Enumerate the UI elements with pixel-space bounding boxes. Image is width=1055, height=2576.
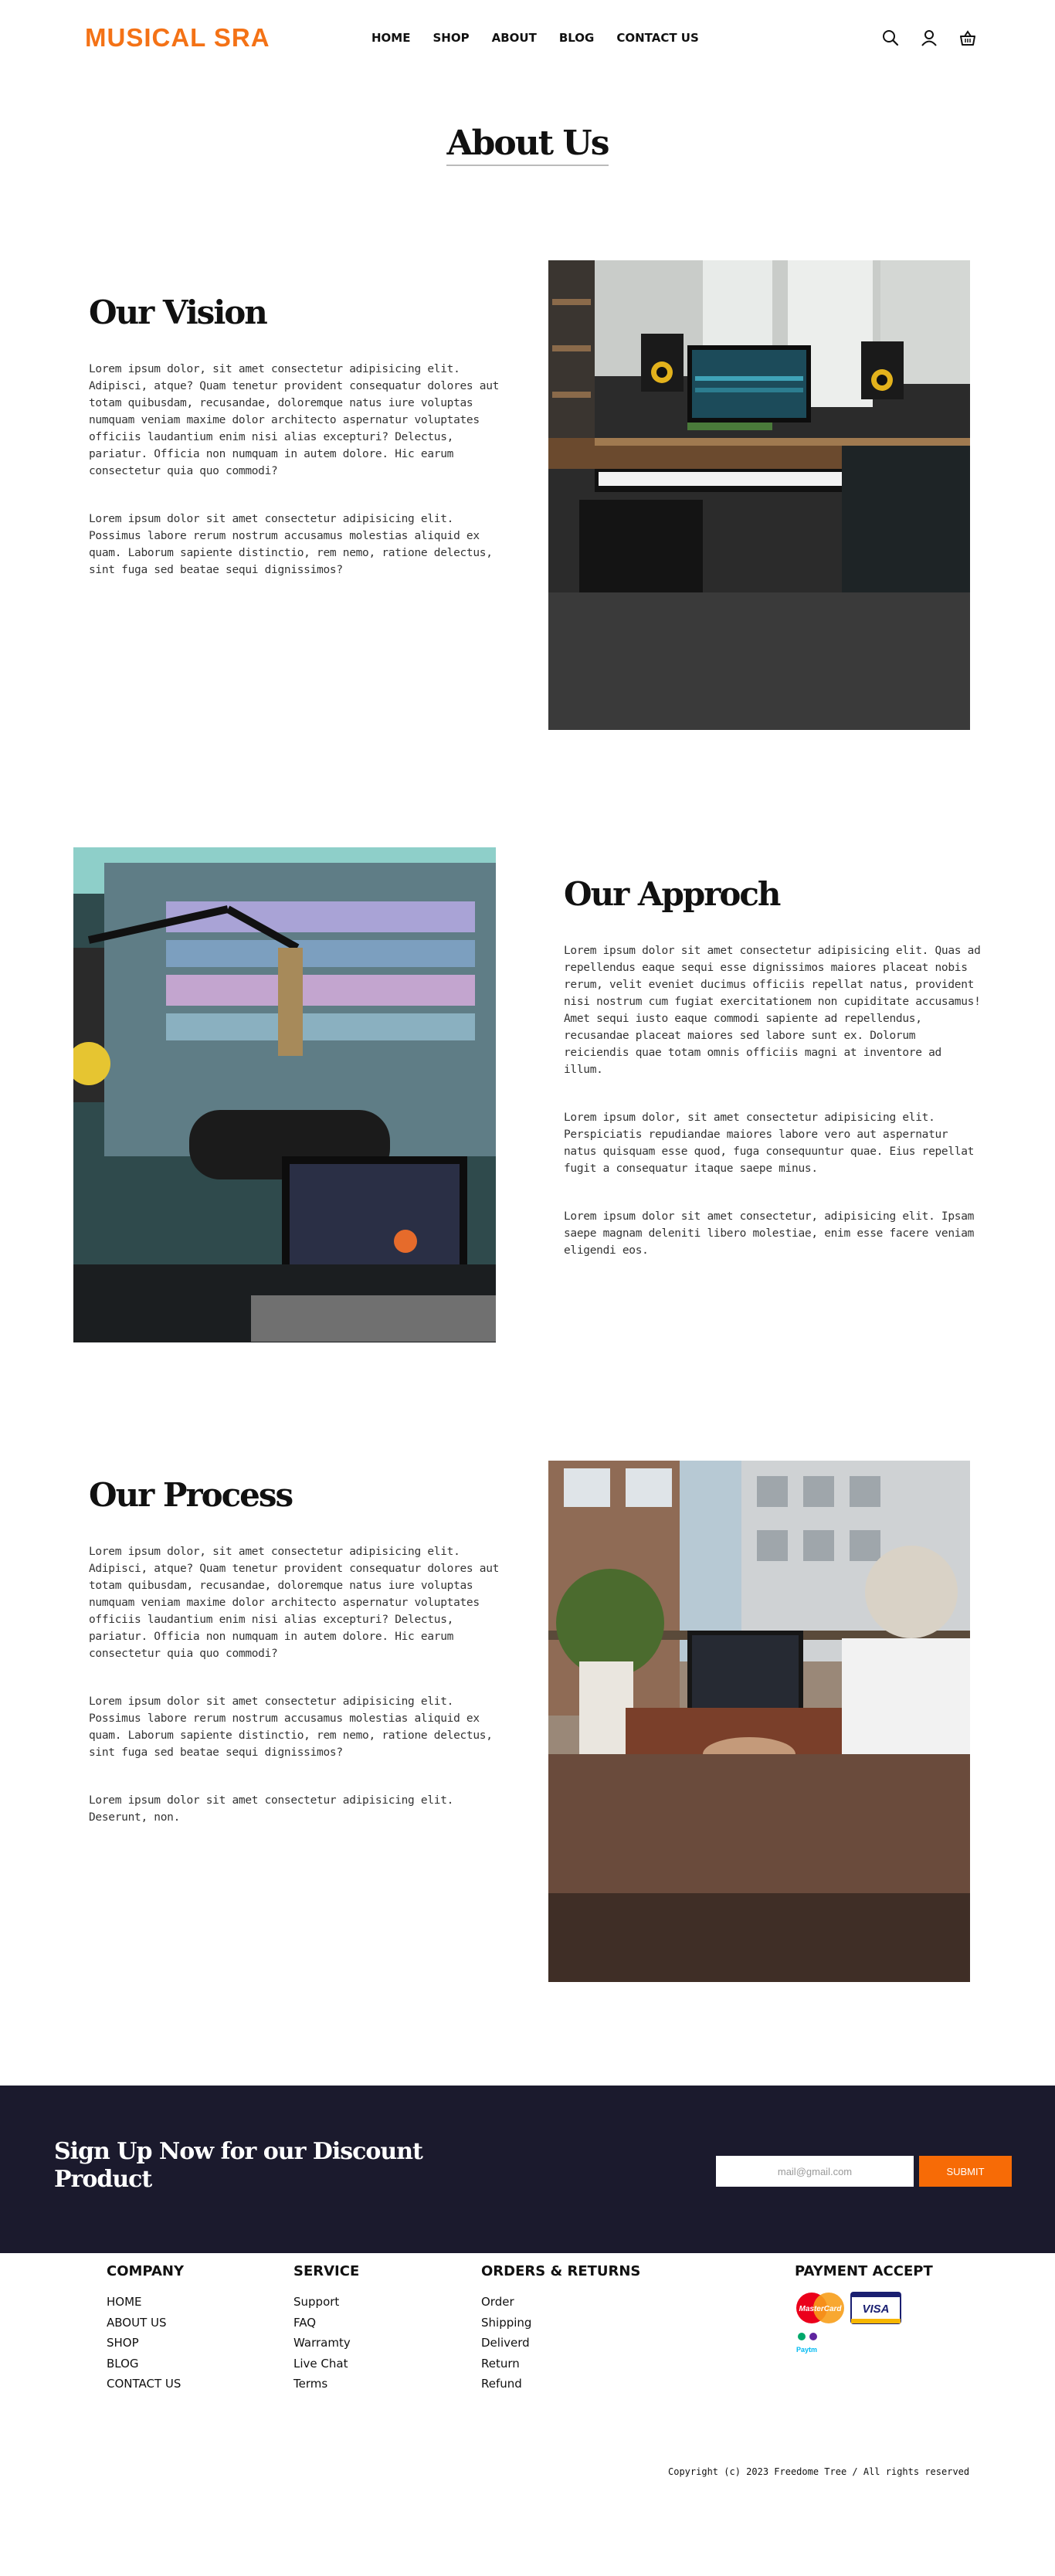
footer-link-about-us[interactable]: ABOUT US — [107, 2313, 184, 2333]
process-paragraph: Lorem ipsum dolor sit amet consectetur a… — [89, 1695, 493, 1759]
footer-link-return[interactable]: Return — [481, 2354, 640, 2374]
mastercard-icon: MasterCard — [795, 2292, 846, 2327]
svg-text:Paytm: Paytm — [796, 2346, 817, 2354]
footer-service-title: SERVICE — [293, 2263, 360, 2279]
email-input[interactable] — [716, 2156, 914, 2187]
vision-title: Our Vision — [89, 294, 268, 331]
producer-at-laptop-image — [548, 1461, 970, 1982]
footer-link-refund[interactable]: Refund — [481, 2374, 640, 2394]
nav-shop[interactable]: SHOP — [433, 31, 469, 45]
newsletter-signup: Sign Up Now for our Discount Product SUB… — [0, 2086, 1055, 2253]
process-title: Our Process — [89, 1476, 293, 1514]
site-logo[interactable]: MUSICAL SRA — [85, 23, 270, 53]
footer-link-support[interactable]: Support — [293, 2292, 359, 2313]
microphone-image — [73, 847, 496, 1342]
footer-orders: ORDERS & RETURNS Order Shipping Deliverd… — [481, 2263, 640, 2394]
page-title-wrap: About Us — [0, 124, 1055, 166]
main-nav: HOME SHOP ABOUT BLOG CONTACT US — [371, 31, 721, 45]
svg-text:MasterCard: MasterCard — [799, 2305, 842, 2313]
footer-link-home[interactable]: HOME — [107, 2292, 184, 2313]
footer-link-live-chat[interactable]: Live Chat — [293, 2354, 359, 2374]
paytm-icon: Paytm — [795, 2330, 933, 2358]
footer-link-contact-us[interactable]: CONTACT US — [107, 2374, 184, 2394]
nav-blog[interactable]: BLOG — [559, 31, 595, 45]
approach-paragraph: Lorem ipsum dolor sit amet consectetur, … — [564, 1210, 975, 1257]
footer-payment-title: PAYMENT ACCEPT — [795, 2263, 933, 2279]
approach-paragraph: Lorem ipsum dolor sit amet consectetur a… — [564, 945, 981, 1076]
footer-service: SERVICE Support FAQ Warramty Live Chat T… — [293, 2263, 359, 2394]
copyright: Copyright (c) 2023 Freedome Tree / All r… — [668, 2466, 970, 2477]
footer-link-shop[interactable]: SHOP — [107, 2333, 184, 2354]
footer-company-title: COMPANY — [107, 2263, 184, 2279]
vision-section: Our Vision Lorem ipsum dolor, sit amet c… — [89, 294, 506, 609]
footer-company: COMPANY HOME ABOUT US SHOP BLOG CONTACT … — [107, 2263, 184, 2394]
approach-paragraph: Lorem ipsum dolor, sit amet consectetur … — [564, 1112, 975, 1175]
footer-link-blog[interactable]: BLOG — [107, 2354, 184, 2374]
submit-button[interactable]: SUBMIT — [919, 2156, 1012, 2187]
basket-icon[interactable] — [956, 26, 979, 49]
user-icon[interactable] — [918, 26, 941, 49]
process-paragraph: Lorem ipsum dolor sit amet consectetur a… — [89, 1794, 454, 1824]
footer-link-faq[interactable]: FAQ — [293, 2313, 359, 2333]
process-paragraph: Lorem ipsum dolor, sit amet consectetur … — [89, 1546, 500, 1660]
footer-link-warramty[interactable]: Warramty — [293, 2333, 359, 2354]
footer-link-shipping[interactable]: Shipping — [481, 2313, 640, 2333]
signup-heading: Sign Up Now for our Discount Product — [54, 2138, 423, 2193]
vision-paragraph: Lorem ipsum dolor, sit amet consectetur … — [89, 363, 500, 477]
nav-about[interactable]: ABOUT — [492, 31, 537, 45]
approach-section: Our Approch Lorem ipsum dolor sit amet c… — [564, 875, 981, 1290]
footer-link-terms[interactable]: Terms — [293, 2374, 359, 2394]
nav-contact-us[interactable]: CONTACT US — [616, 31, 698, 45]
footer-payment: PAYMENT ACCEPT MasterCard VISA Paytm — [795, 2263, 933, 2358]
header-icons — [879, 26, 979, 49]
footer-link-deliverd[interactable]: Deliverd — [481, 2333, 640, 2354]
payment-cards: MasterCard VISA — [795, 2292, 933, 2327]
studio-desk-image — [548, 260, 970, 730]
site-header: MUSICAL SRA HOME SHOP ABOUT BLOG CONTACT… — [0, 0, 1055, 77]
approach-title: Our Approch — [564, 875, 781, 913]
process-section: Our Process Lorem ipsum dolor, sit amet … — [89, 1476, 506, 1857]
nav-home[interactable]: HOME — [371, 31, 410, 45]
page-title: About Us — [446, 124, 610, 166]
search-icon[interactable] — [879, 26, 902, 49]
vision-paragraph: Lorem ipsum dolor sit amet consectetur a… — [89, 513, 493, 576]
svg-text:VISA: VISA — [862, 2303, 889, 2316]
footer-link-order[interactable]: Order — [481, 2292, 640, 2313]
visa-icon: VISA — [850, 2292, 901, 2327]
footer-orders-title: ORDERS & RETURNS — [481, 2263, 641, 2279]
